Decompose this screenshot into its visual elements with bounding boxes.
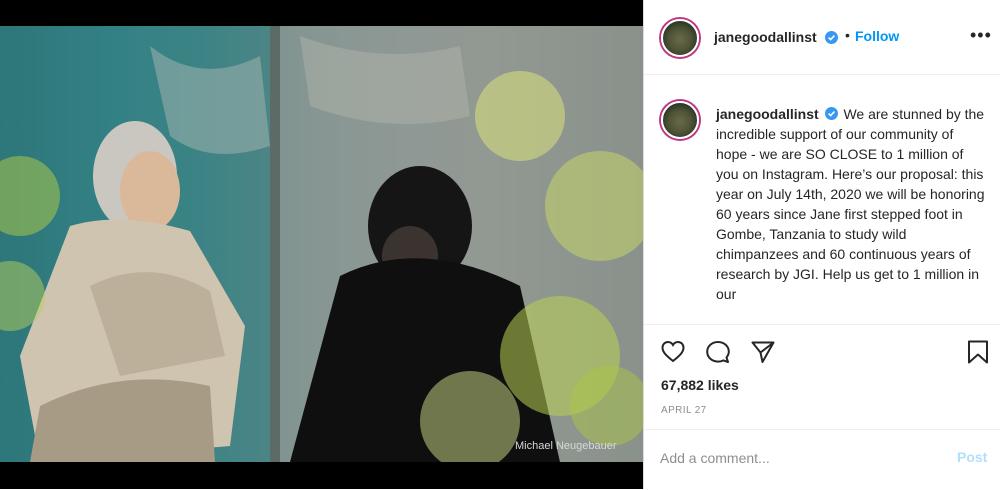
verified-badge-icon	[825, 31, 838, 44]
follow-button[interactable]: Follow	[855, 28, 899, 44]
caption-avatar[interactable]	[661, 101, 699, 139]
post-comment-button[interactable]: Post	[957, 449, 987, 465]
heart-icon[interactable]	[660, 339, 686, 365]
photo-credit: Michael Neugebauer	[515, 440, 617, 452]
comment-input[interactable]	[660, 446, 910, 470]
post-photo-pane[interactable]: Michael Neugebauer	[0, 0, 643, 489]
comment-bubble-icon[interactable]	[705, 339, 731, 365]
more-options-icon[interactable]: •••	[970, 25, 992, 46]
caption-username[interactable]: janegoodallinst	[716, 106, 819, 122]
post-date[interactable]: APRIL 27	[661, 405, 707, 416]
caption: janegoodallinst We are stunned by the in…	[716, 104, 986, 304]
post-actions: 67,882 likes APRIL 27 Post	[644, 324, 1000, 489]
caption-verified-badge-icon	[824, 107, 838, 120]
caption-area: janegoodallinst We are stunned by the in…	[644, 75, 1000, 324]
caption-text: We are stunned by the incredible support…	[716, 106, 985, 302]
avatar[interactable]	[661, 19, 699, 57]
comment-box: Post	[644, 429, 1000, 490]
paper-plane-icon[interactable]	[750, 339, 776, 365]
username-link[interactable]: janegoodallinst	[714, 29, 817, 45]
post-header: janegoodallinst • Follow •••	[644, 0, 1000, 75]
separator-dot: •	[845, 27, 850, 43]
post-photo[interactable]	[0, 26, 643, 462]
post-sidebar: janegoodallinst • Follow ••• janegoodall…	[643, 0, 1000, 489]
bookmark-icon[interactable]	[966, 339, 990, 365]
photo-letterbox-bottom	[0, 462, 643, 489]
photo-letterbox-top	[0, 0, 643, 26]
photo-illustration	[0, 26, 643, 462]
likes-count[interactable]: 67,882 likes	[661, 377, 739, 393]
